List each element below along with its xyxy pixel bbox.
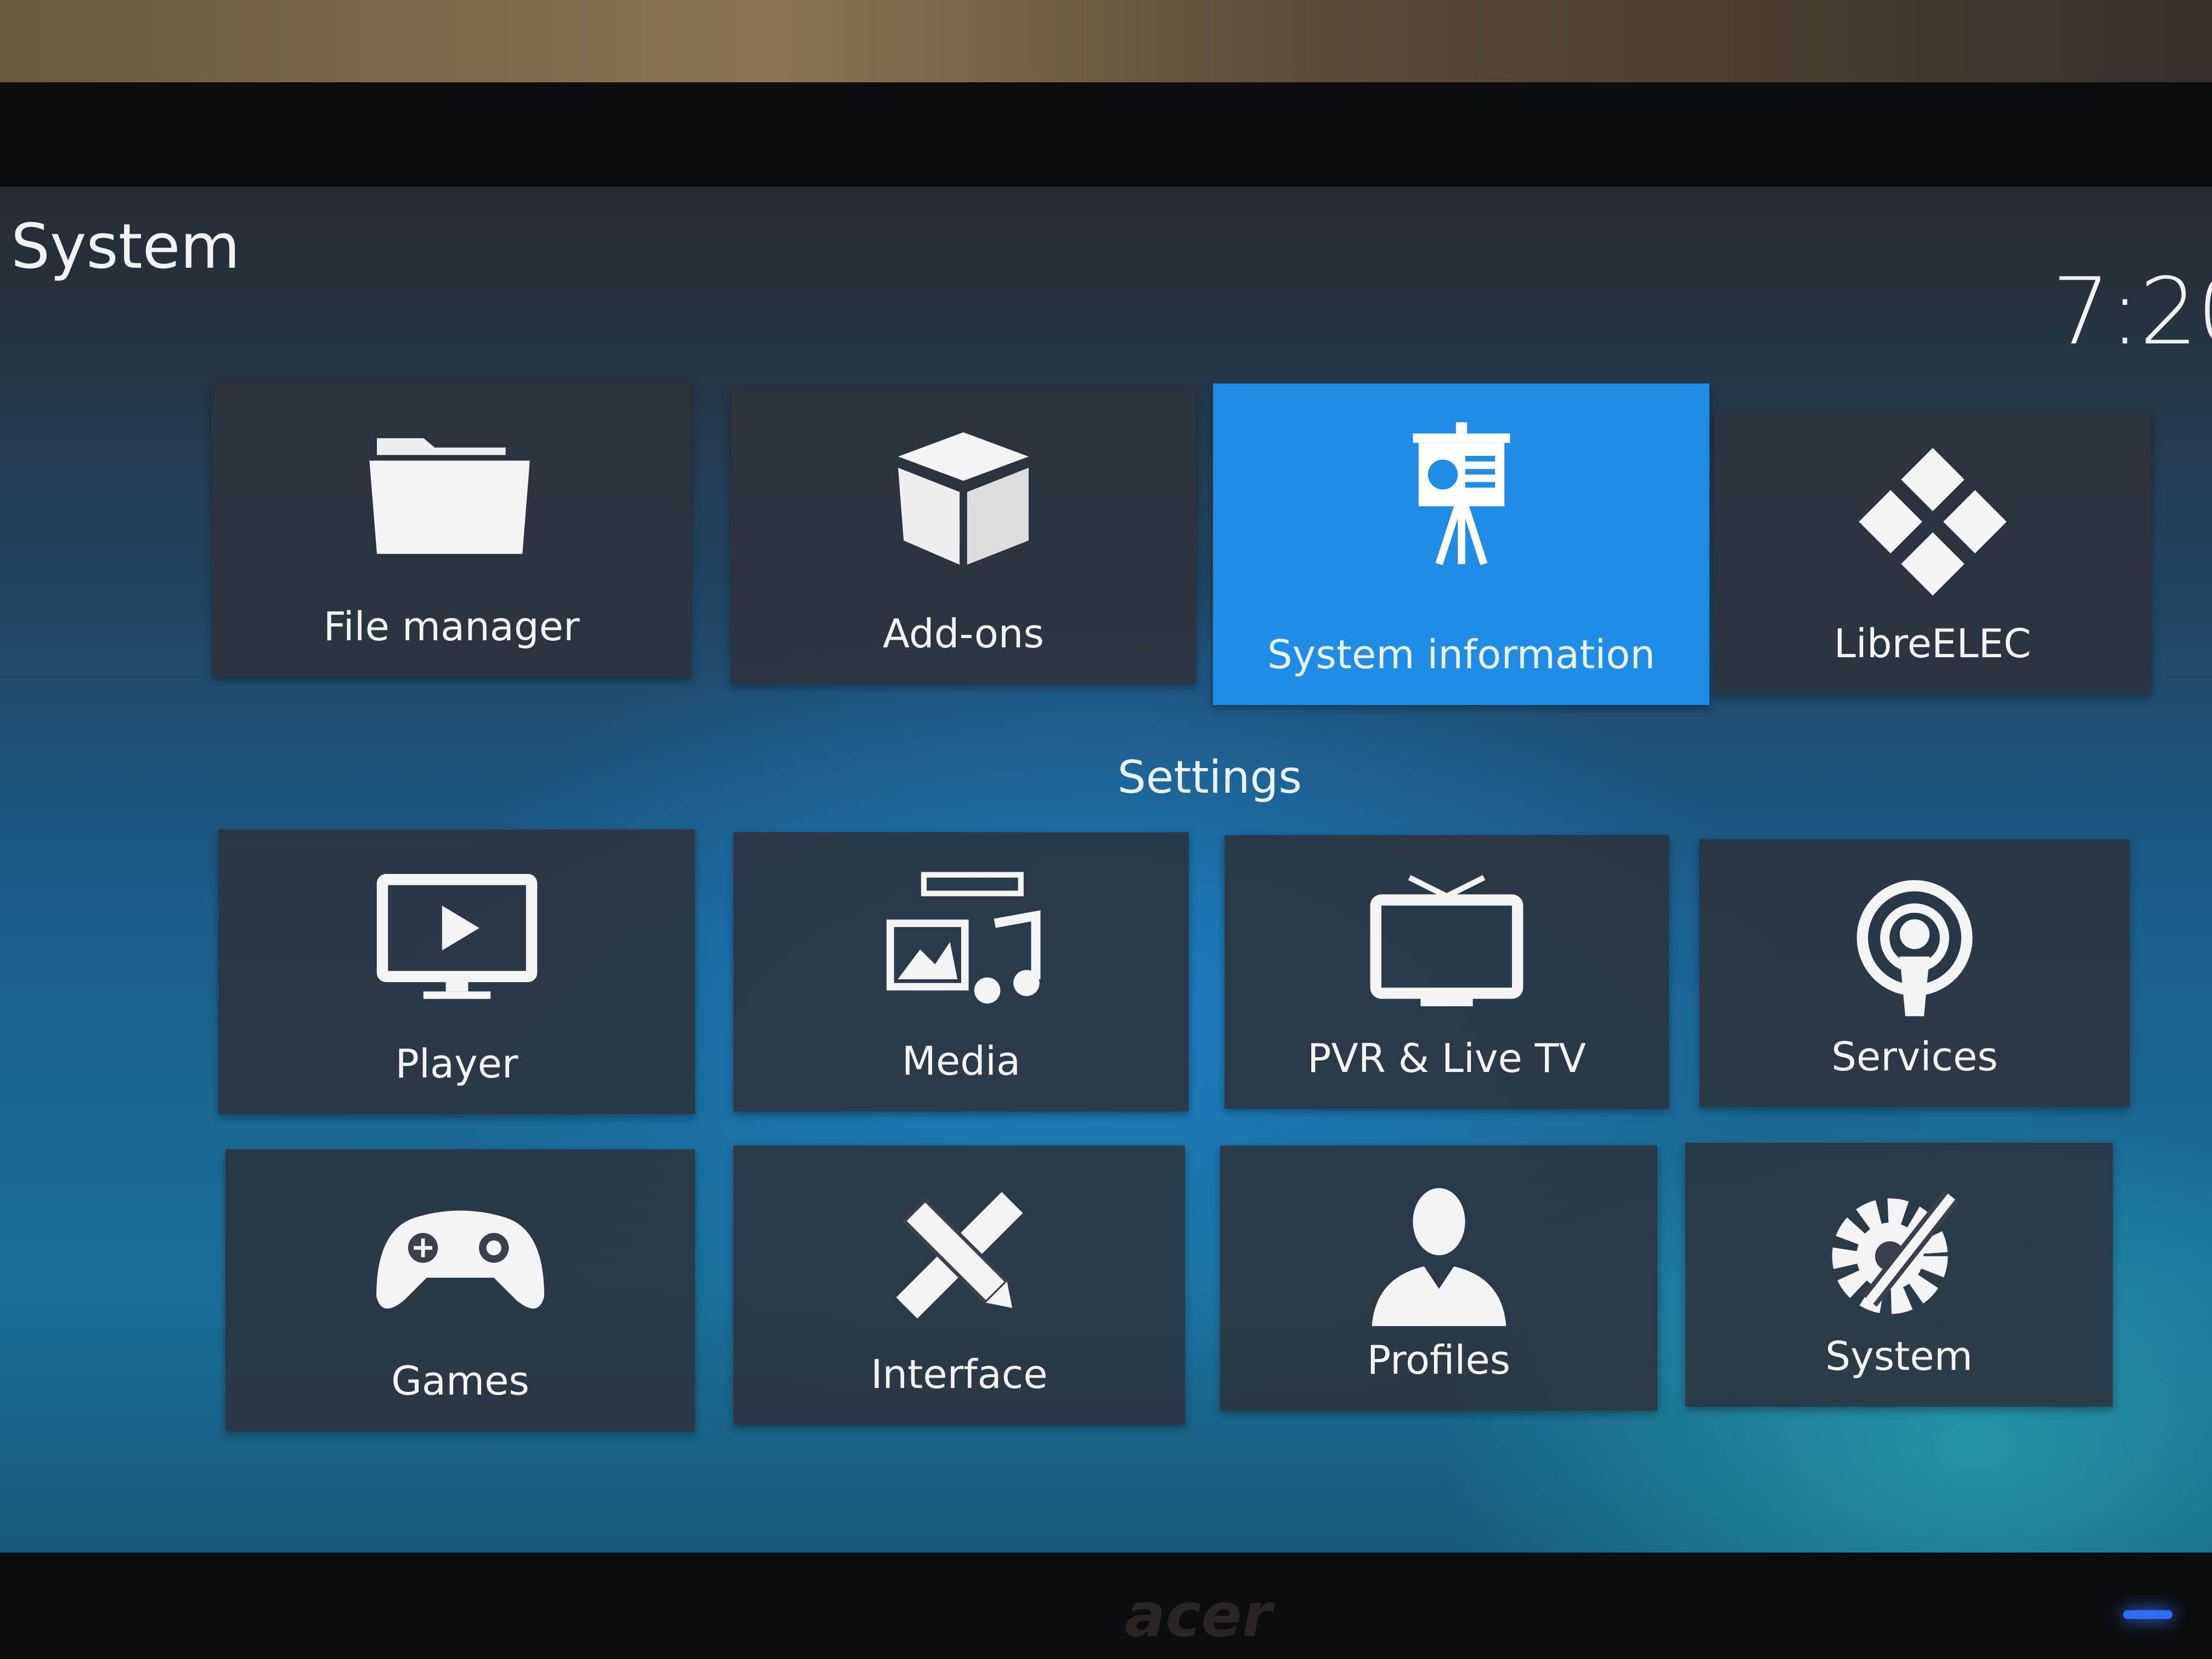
pencil-ruler-icon [896, 1192, 1023, 1319]
presentation-icon [1413, 422, 1510, 566]
tile-media[interactable]: Media [733, 832, 1189, 1111]
media-icon [887, 872, 1041, 1004]
page-title: System [11, 211, 240, 283]
libreelec-logo-icon [1858, 448, 2007, 596]
user-icon [1372, 1188, 1506, 1327]
tile-games[interactable]: Games [225, 1149, 695, 1431]
section-label-settings: Settings [1117, 752, 1302, 804]
tile-pvr-live-tv[interactable]: PVR & Live TV [1224, 835, 1669, 1109]
clock: 7:20 [2052, 258, 2212, 365]
tile-label: System information [1267, 631, 1655, 678]
folder-icon [369, 438, 530, 554]
tile-interface[interactable]: Interface [733, 1146, 1185, 1425]
tile-services[interactable]: Services [1700, 839, 2130, 1107]
tile-label: LibreELEC [1833, 620, 2032, 667]
monitor-play-icon [376, 874, 537, 999]
tile-system[interactable]: System [1685, 1143, 2113, 1407]
tile-system-information[interactable]: System information [1213, 383, 1709, 705]
tile-label: Profiles [1367, 1337, 1511, 1383]
tile-label: PVR & Live TV [1307, 1035, 1586, 1081]
tile-player[interactable]: Player [218, 830, 695, 1114]
tile-file-manager[interactable]: File manager [212, 381, 691, 677]
tile-label: Media [901, 1038, 1021, 1084]
tile-label: File manager [323, 603, 580, 650]
tile-libreelec[interactable]: LibreELEC [1714, 412, 2151, 694]
tile-profiles[interactable]: Profiles [1220, 1146, 1657, 1410]
gear-wrench-icon [1832, 1190, 1959, 1314]
tile-add-ons[interactable]: Add-ons [731, 388, 1196, 684]
box-icon [898, 432, 1029, 565]
tile-label: Player [395, 1041, 518, 1087]
acer-logo: acer [1125, 1580, 1272, 1650]
power-led [2123, 1610, 2172, 1619]
tv-icon [1370, 875, 1523, 1007]
tile-label: Interface [871, 1351, 1048, 1397]
broadcast-icon [1857, 880, 1973, 1017]
gamepad-icon [376, 1210, 544, 1309]
tile-label: Add-ons [883, 611, 1044, 657]
tile-label: Games [391, 1358, 529, 1404]
tile-label: System [1825, 1333, 1973, 1379]
tile-label: Services [1831, 1034, 1998, 1080]
